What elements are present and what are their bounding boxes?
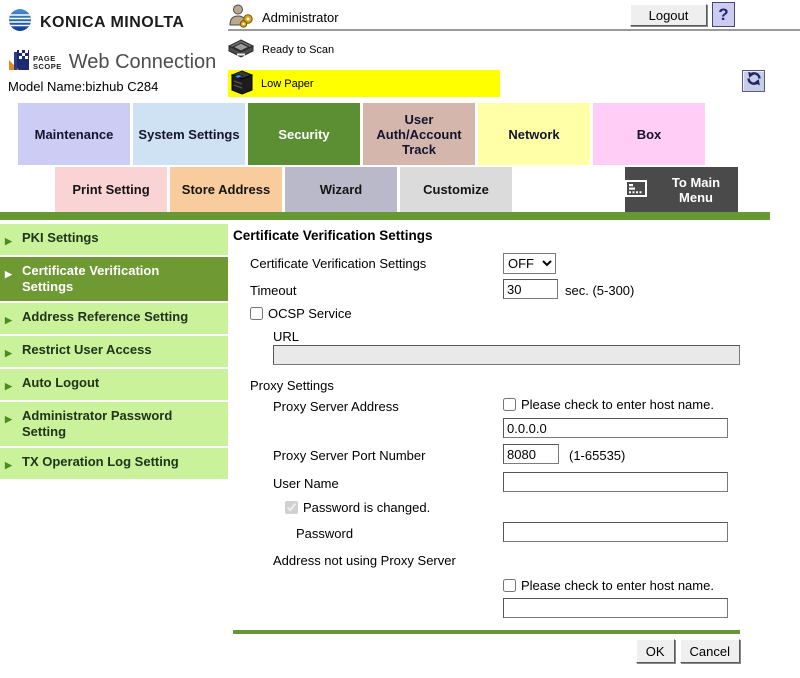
- proxy-server-address-label: Proxy Server Address: [273, 399, 399, 414]
- refresh-icon: [746, 71, 762, 91]
- ocsp-service-checkbox[interactable]: [250, 307, 263, 320]
- tab-box[interactable]: Box: [593, 103, 705, 165]
- timeout-label: Timeout: [250, 283, 296, 298]
- footer-buttons: OK Cancel: [636, 639, 740, 663]
- triangle-arrow-icon: ▶: [5, 375, 17, 394]
- no-proxy-address-input[interactable]: [503, 598, 728, 618]
- product-name: Web Connection: [69, 51, 217, 74]
- cancel-button[interactable]: Cancel: [680, 639, 740, 663]
- cert-verification-select[interactable]: OFF: [503, 253, 556, 274]
- triangle-arrow-icon: ▶: [5, 454, 17, 473]
- printer-status-label: Low Paper: [261, 78, 314, 90]
- header-divider: [228, 29, 800, 31]
- konica-minolta-globe-icon: [8, 8, 32, 37]
- model-name: Model Name:bizhub C284: [8, 79, 216, 94]
- timeout-hint: sec. (5-300): [565, 283, 634, 298]
- pagescope-web-connection-app: KONICA MINOLTA PAGE SCOPE Web Connection…: [0, 0, 800, 678]
- sidebar-item-certificate-verification-settings[interactable]: ▶ Certificate Verification Settings: [0, 257, 228, 301]
- tab-store-address[interactable]: Store Address: [170, 167, 282, 212]
- triangle-arrow-icon: ▶: [5, 342, 17, 361]
- proxy-port-hint: (1-65535): [569, 448, 625, 463]
- no-proxy-host-name-label: Please check to enter host name.: [521, 578, 714, 593]
- sidebar-item-auto-logout[interactable]: ▶ Auto Logout: [0, 369, 228, 400]
- triangle-arrow-icon: ▶: [5, 263, 17, 295]
- proxy-host-name-label: Please check to enter host name.: [521, 397, 714, 412]
- url-input[interactable]: [273, 345, 740, 365]
- tab-security[interactable]: Security: [248, 103, 360, 165]
- tab-maintenance[interactable]: Maintenance: [18, 103, 130, 165]
- logged-in-user: Administrator: [228, 3, 339, 31]
- proxy-settings-label: Proxy Settings: [250, 378, 334, 393]
- proxy-port-label: Proxy Server Port Number: [273, 448, 425, 463]
- proxy-host-name-row: Please check to enter host name.: [503, 397, 714, 412]
- sidebar-item-administrator-password-setting[interactable]: ▶ Administrator Password Setting: [0, 402, 228, 446]
- sub-tab-bar: Print Setting Store Address Wizard Custo…: [55, 167, 512, 212]
- footer-divider: [233, 630, 740, 634]
- triangle-arrow-icon: ▶: [5, 309, 17, 328]
- tab-user-auth-account-track[interactable]: User Auth/Account Track: [363, 103, 475, 165]
- user-name-input[interactable]: [503, 472, 728, 492]
- password-label: Password: [296, 526, 353, 541]
- printer-status-warning: Low Paper: [228, 70, 500, 97]
- main-menu-icon: [625, 180, 647, 200]
- main-tab-bar: Maintenance System Settings Security Use…: [18, 103, 705, 165]
- proxy-port-input[interactable]: [503, 444, 559, 464]
- sidebar-item-address-reference-setting[interactable]: ▶ Address Reference Setting: [0, 303, 228, 334]
- green-separator-bar: [0, 212, 770, 220]
- certificate-verification-settings-panel: Certificate Verification Settings Certif…: [233, 226, 740, 671]
- refresh-button[interactable]: [742, 70, 765, 92]
- brand-block: KONICA MINOLTA PAGE SCOPE Web Connection…: [8, 8, 216, 94]
- printer-icon: [230, 70, 254, 98]
- settings-sidebar: ▶ PKI Settings ▶ Certificate Verificatio…: [0, 224, 228, 481]
- timeout-input[interactable]: [503, 279, 558, 299]
- pagescope-icon: [8, 49, 30, 76]
- proxy-server-address-input[interactable]: [503, 418, 728, 438]
- no-proxy-host-name-checkbox[interactable]: [503, 579, 516, 592]
- tab-wizard[interactable]: Wizard: [285, 167, 397, 212]
- to-main-menu-button[interactable]: To Main Menu: [625, 167, 738, 212]
- password-input[interactable]: [503, 522, 728, 542]
- tab-print-setting[interactable]: Print Setting: [55, 167, 167, 212]
- main-menu-label: To Main Menu: [654, 175, 738, 205]
- proxy-host-name-checkbox[interactable]: [503, 398, 516, 411]
- sidebar-item-tx-operation-log-setting[interactable]: ▶ TX Operation Log Setting: [0, 448, 228, 479]
- password-changed-label: Password is changed.: [303, 500, 430, 515]
- scanner-status-label: Ready to Scan: [262, 44, 334, 56]
- tab-customize[interactable]: Customize: [400, 167, 512, 212]
- help-button[interactable]: ?: [712, 2, 735, 27]
- tab-system-settings[interactable]: System Settings: [133, 103, 245, 165]
- user-name-label: Administrator: [262, 10, 339, 25]
- password-changed-checkbox[interactable]: [285, 501, 298, 514]
- ocsp-service-label: OCSP Service: [268, 306, 352, 321]
- user-name-label: User Name: [273, 476, 339, 491]
- scanner-icon: [228, 39, 255, 61]
- ocsp-service-row: OCSP Service: [250, 306, 352, 321]
- tab-network[interactable]: Network: [478, 103, 590, 165]
- triangle-arrow-icon: ▶: [5, 230, 17, 249]
- logout-button[interactable]: Logout: [630, 4, 707, 26]
- scanner-status: Ready to Scan: [228, 39, 334, 61]
- administrator-icon: [228, 3, 255, 31]
- brand-name: KONICA MINOLTA: [40, 14, 184, 32]
- no-proxy-host-name-row: Please check to enter host name.: [503, 578, 714, 593]
- triangle-arrow-icon: ▶: [5, 408, 17, 440]
- cert-verification-label: Certificate Verification Settings: [250, 256, 426, 271]
- sidebar-item-restrict-user-access[interactable]: ▶ Restrict User Access: [0, 336, 228, 367]
- no-proxy-address-label: Address not using Proxy Server: [273, 553, 456, 568]
- url-label: URL: [273, 329, 299, 344]
- page-title: Certificate Verification Settings: [233, 228, 433, 243]
- sidebar-item-pki-settings[interactable]: ▶ PKI Settings: [0, 224, 228, 255]
- pagescope-wordmark: PAGE SCOPE: [33, 55, 62, 70]
- ok-button[interactable]: OK: [636, 639, 675, 663]
- password-changed-row: Password is changed.: [285, 500, 430, 515]
